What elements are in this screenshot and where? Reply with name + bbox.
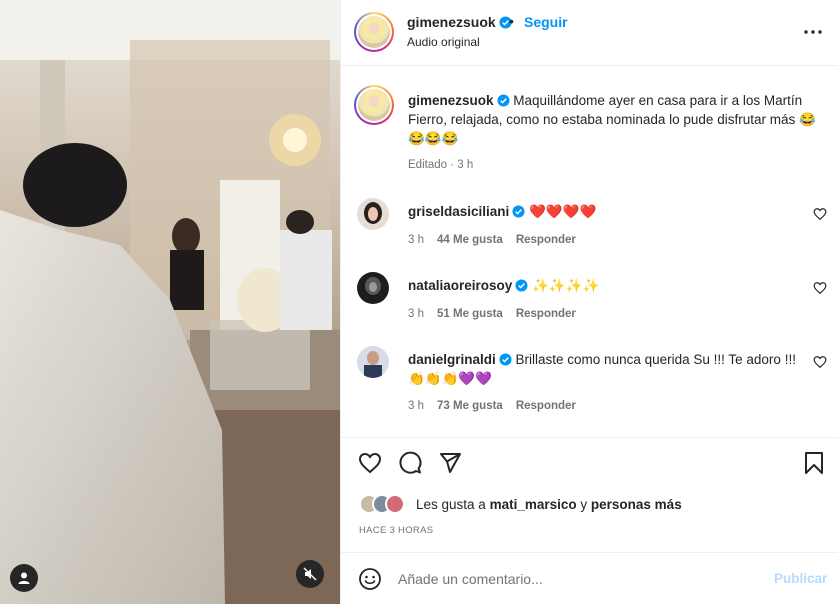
like-button[interactable] [357,450,383,476]
comment-text: griseldasiciliani ❤️❤️❤️❤️ [408,202,798,221]
comment-like-heart-icon[interactable] [813,355,827,369]
comment-meta: 3 h 51 Me gusta Responder [408,308,589,320]
comment-like-heart-icon[interactable] [813,281,827,295]
author-avatar[interactable] [354,12,394,52]
comment-button[interactable] [397,450,423,476]
reply-button[interactable]: Responder [516,400,576,412]
verified-icon [499,353,512,366]
comment-like-heart-icon[interactable] [813,207,827,221]
user-tag-icon [18,572,30,584]
likes-others-link[interactable]: personas más [591,497,682,512]
comment-username[interactable]: danielgrinaldi [408,352,496,367]
reply-button[interactable]: Responder [516,308,576,320]
video-frame-image [0,0,340,604]
comment-text: nataliaoreirosoy ✨✨✨✨ [408,276,798,295]
comment-input[interactable]: Añade un comentario... [398,571,543,587]
commenter-avatar[interactable] [357,272,389,304]
likes-prefix: Les gusta a [416,497,486,512]
bookmark-icon [805,452,823,474]
likes-connector: y [580,497,588,512]
caption-text: gimenezsuok Maquillándome ayer en casa p… [408,91,818,148]
heart-icon [358,452,382,474]
verified-icon [515,279,528,292]
post-header: gimenezsuok • Seguir Audio original [341,0,838,66]
follow-button[interactable]: Seguir [524,14,568,30]
post-media-video[interactable] [0,0,340,604]
caption-meta: Editado · 3 h [408,159,474,171]
comment-meta: 3 h 73 Me gusta Responder [408,400,589,412]
more-options-icon [804,30,822,34]
comment-likes[interactable]: 51 Me gusta [437,308,503,320]
author-username[interactable]: gimenezsuok [407,14,512,30]
publish-button[interactable]: Publicar [774,571,827,586]
author-username-text[interactable]: gimenezsuok [407,14,496,30]
comment-likes[interactable]: 73 Me gusta [437,400,503,412]
comment-time: 3 h [408,234,424,246]
comment-text: danielgrinaldi Brillaste como nunca quer… [408,350,798,388]
comment-meta: 3 h 44 Me gusta Responder [408,234,589,246]
emoji-icon[interactable] [358,567,382,591]
liker-username[interactable]: mati_marsico [490,497,577,512]
post-timestamp[interactable]: HACE 3 HORAS [359,525,433,536]
commenter-avatar[interactable] [357,198,389,230]
post-action-bar [341,450,838,480]
likes-text: Les gusta a mati_marsico y personas más [416,497,682,512]
mute-toggle-button[interactable] [296,560,324,588]
comment-icon [399,451,422,474]
user-tag-button[interactable] [10,564,38,592]
reply-button[interactable]: Responder [516,234,576,246]
audio-link[interactable]: Audio original [407,35,480,49]
share-button[interactable] [437,450,463,476]
verified-icon [512,205,525,218]
comment-time: 3 h [408,400,424,412]
save-button[interactable] [801,450,827,476]
actions-divider [341,437,838,438]
liker-avatar [385,494,405,514]
muted-audio-icon [303,567,317,581]
comment-likes[interactable]: 44 Me gusta [437,234,503,246]
comment-composer: Añade un comentario... Publicar [341,553,838,604]
share-icon [440,453,461,473]
comment-username[interactable]: griseldasiciliani [408,204,509,219]
caption-author-avatar[interactable] [354,85,394,125]
verified-icon [496,94,510,107]
commenter-avatar[interactable] [357,346,389,378]
separator-dot: • [509,13,514,29]
caption-username[interactable]: gimenezsuok [408,93,494,108]
comment-body: ❤️❤️❤️❤️ [529,204,597,219]
comment-username[interactable]: nataliaoreirosoy [408,278,512,293]
comment-body: ✨✨✨✨ [532,278,600,293]
comment-time: 3 h [408,308,424,320]
post-details-panel: gimenezsuok • Seguir Audio original gime… [340,0,838,604]
more-options-button[interactable] [801,20,825,44]
